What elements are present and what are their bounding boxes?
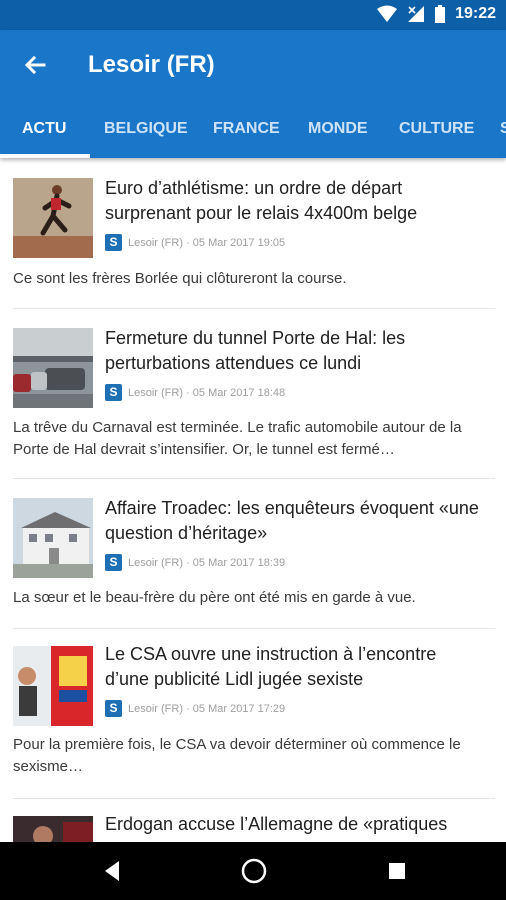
app-bar: Lesoir (FR) ACTU BELGIQUE FRANCE MONDE C… xyxy=(0,30,506,158)
source-logo-icon: S xyxy=(105,384,122,401)
article-source-date: Lesoir (FR) · 05 Mar 2017 17:29 xyxy=(128,702,286,715)
article-meta: S Lesoir (FR) · 05 Mar 2017 17:29 xyxy=(105,700,285,717)
tab-indicator xyxy=(0,154,90,158)
article-snippet: La trêve du Carnaval est terminée. Le tr… xyxy=(13,419,462,458)
article-thumbnail xyxy=(13,328,93,408)
article-meta: S Lesoir (FR) · 05 Mar 2017 19:05 xyxy=(105,234,285,251)
tab-monde[interactable]: MONDE xyxy=(308,108,368,158)
article-meta: S Lesoir (FR) · 05 Mar 2017 18:48 xyxy=(105,384,285,401)
news-feed[interactable]: Euro d’athlétisme: un ordre de départ su… xyxy=(0,158,506,842)
article-headline[interactable]: Euro d’athlétisme: un ordre de départ su… xyxy=(105,176,485,226)
wifi-icon xyxy=(377,5,398,22)
article-snippet: La sœur et le beau-frère du père ont été… xyxy=(13,589,416,606)
divider xyxy=(13,798,495,799)
article-thumbnail xyxy=(13,646,93,726)
status-time: 19:22 xyxy=(455,5,496,22)
article-meta: S Lesoir (FR) · 05 Mar 2017 18:39 xyxy=(105,554,285,571)
recents-square-icon[interactable] xyxy=(382,856,412,886)
article-snippet: Pour la première fois, le CSA va devoir … xyxy=(13,736,461,775)
arrow-left-icon[interactable] xyxy=(20,50,50,80)
article-thumbnail xyxy=(13,816,93,842)
article-source-date: Lesoir (FR) · 05 Mar 2017 19:05 xyxy=(128,236,286,249)
back-triangle-icon[interactable] xyxy=(98,856,128,886)
tab-culture[interactable]: CULTURE xyxy=(399,108,474,158)
tab-actu[interactable]: ACTU xyxy=(22,108,66,158)
home-circle-icon[interactable] xyxy=(239,856,269,886)
tab-france[interactable]: FRANCE xyxy=(213,108,280,158)
article-headline[interactable]: Fermeture du tunnel Porte de Hal: les pe… xyxy=(105,326,485,376)
tab-bar: ACTU BELGIQUE FRANCE MONDE CULTURE S xyxy=(0,108,506,158)
article-headline[interactable]: Erdogan accuse l’Allemagne de «pratiques xyxy=(105,812,485,837)
source-logo-icon: S xyxy=(105,234,122,251)
article-thumbnail xyxy=(13,178,93,258)
tab-partial[interactable]: S xyxy=(500,108,506,158)
status-icons: 19:22 xyxy=(377,5,496,23)
system-nav-bar xyxy=(0,842,506,900)
divider xyxy=(13,478,495,479)
source-logo-icon: S xyxy=(105,700,122,717)
article-headline[interactable]: Affaire Troadec: les enquêteurs évoquent… xyxy=(105,496,485,546)
article-thumbnail xyxy=(13,498,93,578)
divider xyxy=(13,308,495,309)
article-headline[interactable]: Le CSA ouvre une instruction à l’encontr… xyxy=(105,642,485,692)
divider xyxy=(13,628,495,629)
source-logo-icon: S xyxy=(105,554,122,571)
app-title: Lesoir (FR) xyxy=(88,51,215,78)
article-source-date: Lesoir (FR) · 05 Mar 2017 18:39 xyxy=(128,556,286,569)
battery-icon xyxy=(435,5,446,23)
signal-off-icon xyxy=(408,6,425,22)
tab-belgique[interactable]: BELGIQUE xyxy=(104,108,188,158)
status-bar: 19:22 xyxy=(0,0,506,30)
article-source-date: Lesoir (FR) · 05 Mar 2017 18:48 xyxy=(128,386,286,399)
article-snippet: Ce sont les frères Borlée qui clôtureron… xyxy=(13,270,347,287)
